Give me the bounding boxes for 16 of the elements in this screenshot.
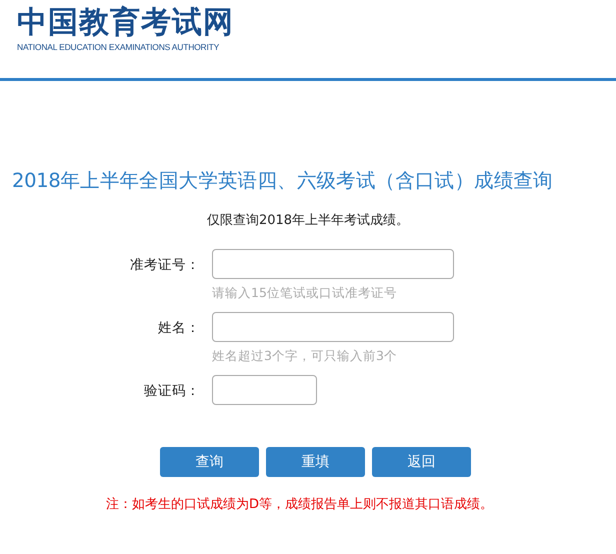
field-label: 准考证号：	[129, 256, 201, 274]
logo-subtitle: NATIONAL EDUCATION EXAMINATIONS AUTHORITY	[17, 42, 220, 52]
field-label: 验证码：	[143, 382, 201, 400]
form-button[interactable]: 返回	[372, 447, 471, 477]
logo-title: 中国教育考试网	[17, 6, 235, 40]
footnote-text: 注：如考生的口试成绩为D等，成绩报告单上则不报道其口语成绩。	[106, 496, 494, 513]
input-field[interactable]	[212, 249, 454, 279]
field-hint: 请输入15位笔试或口试准考证号	[212, 285, 398, 302]
input-field[interactable]	[212, 312, 454, 342]
page-title: 2018年上半年全国大学英语四、六级考试（含口试）成绩查询	[12, 169, 554, 193]
field-label: 姓名：	[157, 319, 201, 337]
form-button[interactable]: 重填	[266, 447, 365, 477]
form-button[interactable]: 查询	[160, 447, 259, 477]
field-hint: 姓名超过3个字，可只输入前3个	[212, 348, 398, 365]
notice-text: 仅限查询2018年上半年考试成绩。	[206, 212, 410, 229]
input-field[interactable]	[212, 375, 317, 405]
